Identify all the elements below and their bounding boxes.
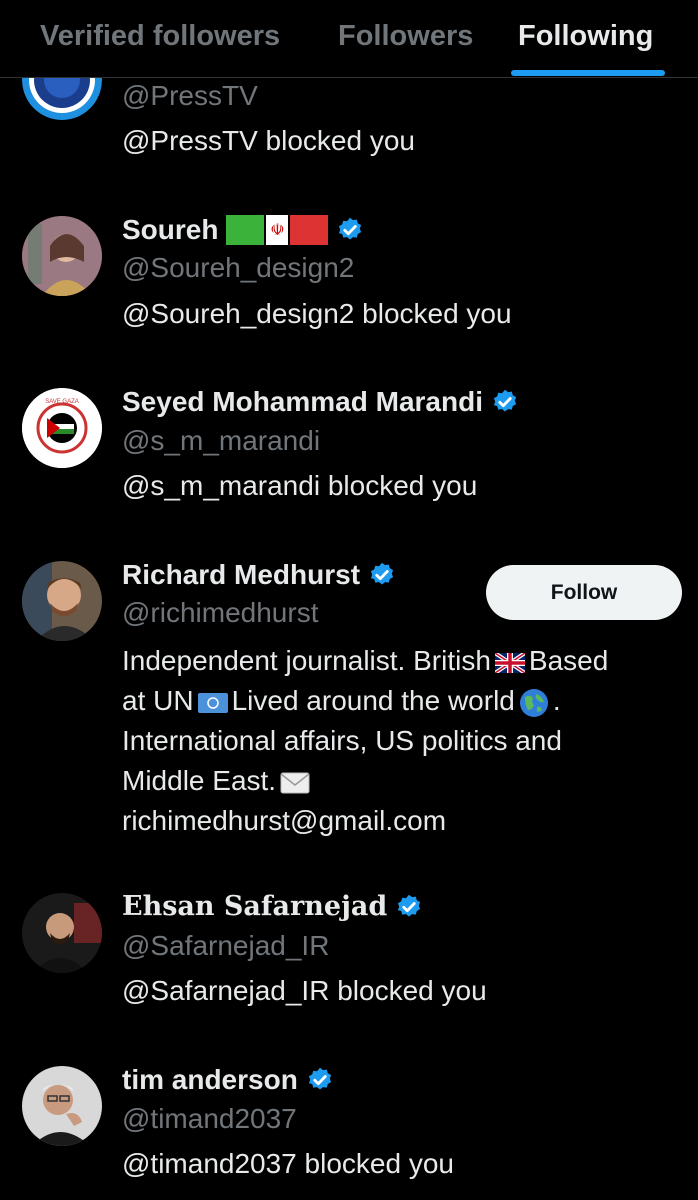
verified-badge-icon (370, 562, 394, 585)
user-row-safarnejad[interactable]: Ehsan Safarnejad @Safarnejad_IR @Safarne… (0, 875, 698, 1025)
avatar[interactable] (22, 216, 102, 296)
user-handle[interactable]: @Soureh_design2 (122, 252, 354, 284)
verified-badge-icon (339, 217, 362, 240)
user-name-line: Richard Medhurst (122, 559, 396, 591)
bio-line-2: at UN Lived around the world. (122, 685, 561, 717)
avatar[interactable] (22, 561, 102, 641)
user-handle[interactable]: @timand2037 (122, 1103, 297, 1135)
user-name-line: tim anderson (122, 1064, 334, 1096)
avatar[interactable] (22, 893, 102, 973)
verified-badge-icon (493, 389, 517, 412)
blocked-status: @Soureh_design2 blocked you (122, 298, 512, 329)
user-handle[interactable]: @richimedhurst (122, 597, 318, 629)
user-handle[interactable]: @s_m_marandi (122, 425, 320, 457)
uk-flag-icon (494, 652, 525, 673)
tab-verified-followers[interactable]: Verified followers (40, 20, 280, 53)
verified-badge-icon (308, 1067, 331, 1090)
user-name[interactable]: Richard Medhurst (122, 559, 360, 591)
blocked-status: @s_m_marandi blocked you (122, 470, 478, 501)
bio-line-3: International affairs, US politics and (122, 725, 562, 756)
user-row-soureh[interactable]: Soureh ☫ @Soureh_design2 @Soureh_design2… (0, 200, 698, 350)
svg-text:SAVE GAZA: SAVE GAZA (45, 399, 79, 405)
blocked-status: @PressTV blocked you (122, 125, 415, 156)
blocked-status: @Safarnejad_IR blocked you (122, 975, 487, 1006)
user-handle[interactable]: @PressTV (122, 80, 258, 112)
user-name[interactable]: Seyed Mohammad Marandi (122, 386, 483, 418)
user-handle[interactable]: @Safarnejad_IR (122, 930, 329, 962)
user-bio: Independent journalist. British Based at … (122, 641, 682, 841)
globe-icon (519, 688, 548, 717)
user-name[interactable]: tim anderson (122, 1064, 298, 1096)
user-row-marandi[interactable]: SAVE GAZA Seyed Mohammad Marandi @s_m_ma… (0, 370, 698, 520)
blocked-status: @timand2037 blocked you (122, 1148, 454, 1179)
envelope-icon (280, 772, 310, 794)
follow-button[interactable]: Follow (486, 565, 682, 620)
user-row-tim-anderson[interactable]: tim anderson @timand2037 @timand2037 blo… (0, 1048, 698, 1200)
verified-badge-icon (398, 894, 421, 916)
user-name-line: Ehsan Safarnejad (122, 891, 423, 922)
user-name[interactable]: Soureh (122, 214, 218, 246)
active-tab-indicator (511, 70, 665, 76)
un-flag-icon (197, 692, 228, 713)
user-name-line: Seyed Mohammad Marandi (122, 386, 519, 418)
tab-followers[interactable]: Followers (338, 20, 473, 53)
user-name[interactable]: Ehsan Safarnejad (122, 891, 387, 922)
iran-flag-icon: ☫ (226, 215, 329, 245)
bio-line-1: Independent journalist. British Based (122, 645, 609, 676)
tab-bar: Verified followers Followers Following (0, 0, 698, 78)
avatar[interactable]: SAVE GAZA (22, 388, 102, 468)
avatar[interactable] (22, 1066, 102, 1146)
bio-line-4: Middle East. (122, 761, 682, 801)
tab-following[interactable]: Following (518, 20, 653, 53)
bio-line-5[interactable]: richimedhurst@gmail.com (122, 801, 682, 841)
user-name-line: Soureh ☫ (122, 214, 364, 246)
